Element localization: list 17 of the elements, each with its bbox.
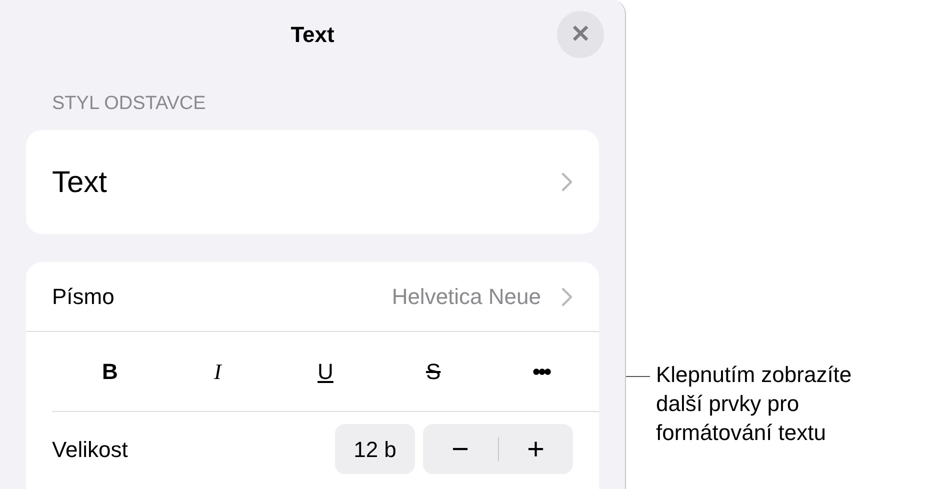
- font-value: Helvetica Neue: [392, 283, 541, 311]
- font-row[interactable]: Písmo Helvetica Neue: [26, 262, 599, 332]
- chevron-right-icon: [561, 286, 573, 306]
- bold-button[interactable]: B: [80, 348, 140, 394]
- paragraph-style-row[interactable]: Text: [26, 130, 599, 234]
- chevron-right-icon: [561, 172, 573, 192]
- underline-button[interactable]: U: [295, 348, 356, 394]
- more-button[interactable]: •••: [511, 348, 572, 394]
- decrease-button[interactable]: −: [423, 424, 498, 474]
- increase-button[interactable]: +: [498, 424, 573, 474]
- panel-title: Text: [290, 20, 334, 48]
- size-label: Velikost: [52, 436, 128, 464]
- callout-text: Klepnutím zobrazíte další prvky pro formátování textu: [656, 361, 852, 447]
- italic-button[interactable]: I: [188, 348, 248, 394]
- size-value: 12 b: [335, 424, 415, 474]
- strikethrough-button[interactable]: S: [403, 348, 464, 394]
- section-header: STYL ODSTAVCE: [52, 92, 206, 116]
